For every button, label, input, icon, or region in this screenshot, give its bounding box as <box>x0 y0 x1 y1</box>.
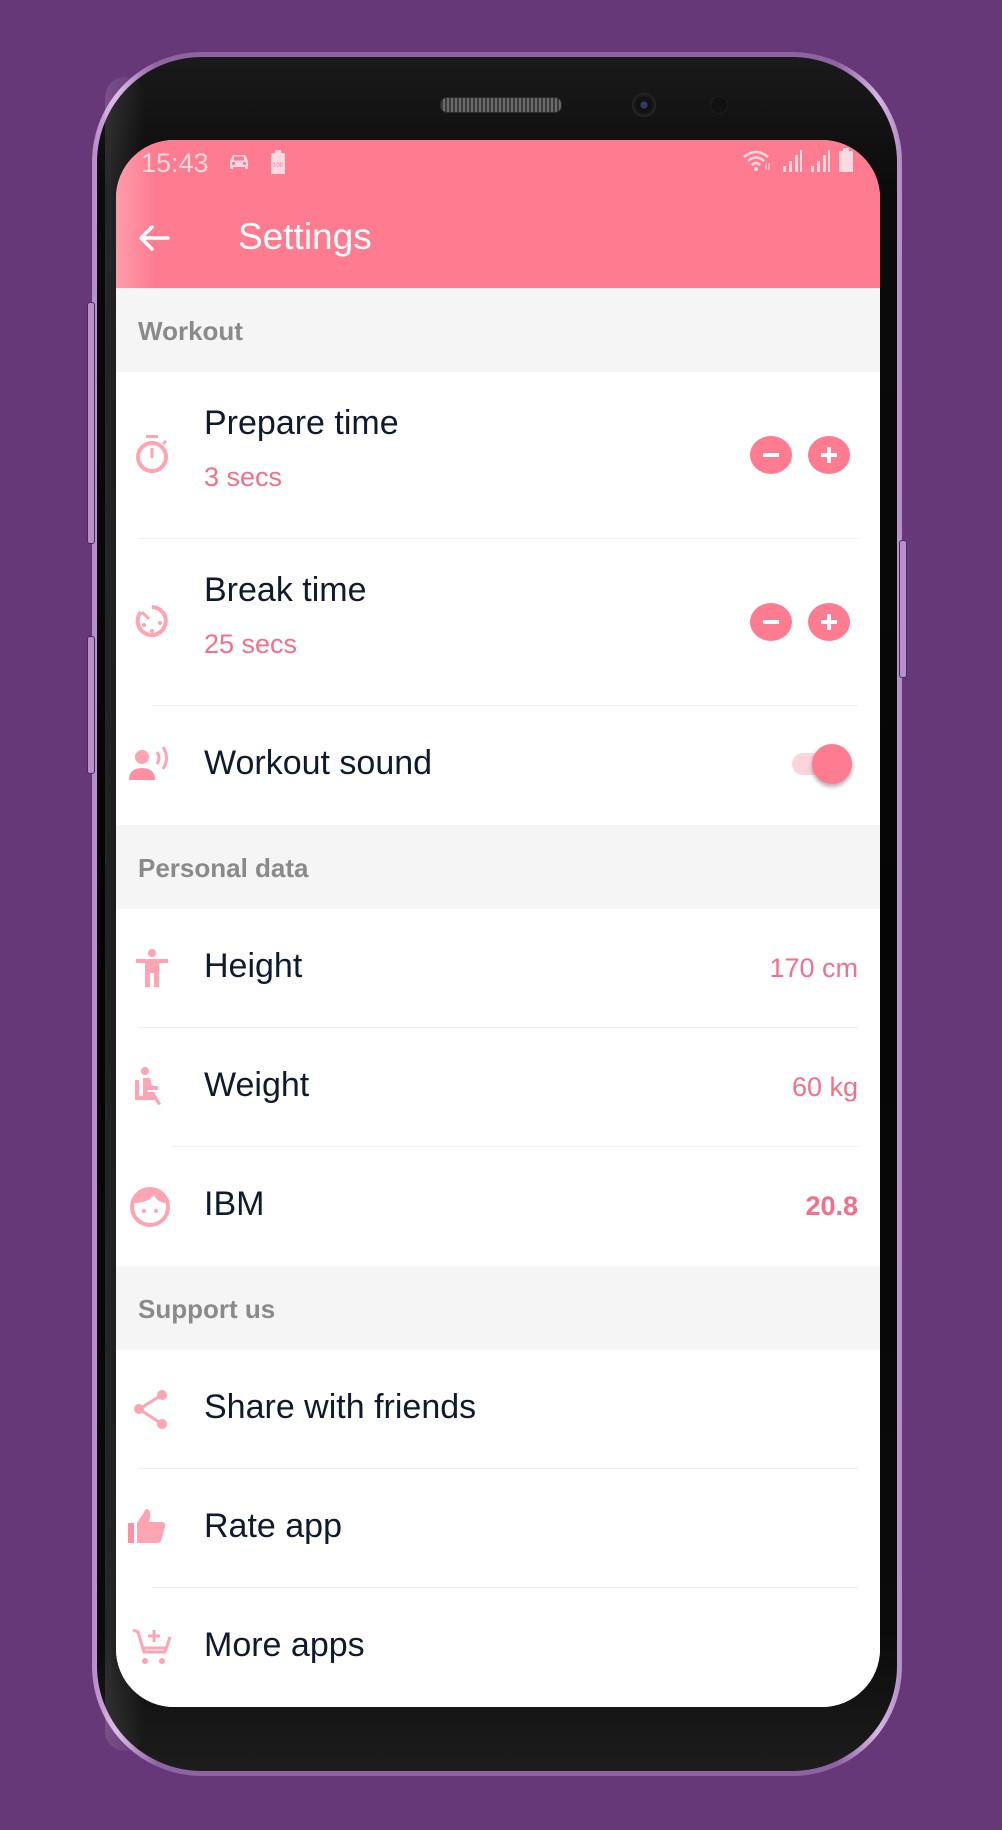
setting-label: Workout sound <box>204 744 433 782</box>
setting-label: Prepare time <box>204 404 399 442</box>
phone-volume-button <box>87 636 95 774</box>
page-title: Settings <box>238 216 372 257</box>
decrement-prepare-time-button[interactable] <box>750 436 792 474</box>
decrement-break-time-button[interactable] <box>750 603 792 641</box>
phone-power-button <box>899 540 907 678</box>
workout-sound-toggle[interactable] <box>790 744 852 784</box>
minus-icon <box>763 453 779 457</box>
section-title: Support us <box>138 1294 276 1324</box>
setting-label: Break time <box>204 571 367 609</box>
arrow-left-icon <box>139 225 170 251</box>
svg-text:100: 100 <box>273 163 284 169</box>
add-cart-icon <box>132 1628 172 1664</box>
thumbs-up-icon <box>128 1509 166 1543</box>
phone-bixby-button <box>87 302 95 544</box>
face-icon <box>130 1187 170 1227</box>
setting-value: 60 kg <box>791 1072 858 1102</box>
setting-value: 20.8 <box>805 1191 858 1221</box>
signal-icon <box>811 150 830 172</box>
car-icon <box>230 155 248 169</box>
phone-screen: 15:43 100 Settings Workout Prepare time … <box>116 140 880 1707</box>
front-camera <box>632 93 656 117</box>
section-title: Workout <box>138 316 243 346</box>
setting-label: Weight <box>204 1066 310 1104</box>
status-right-icons <box>742 148 854 172</box>
timer-icon <box>135 605 168 637</box>
setting-weight[interactable]: Weight 60 kg <box>116 1028 880 1147</box>
setting-height[interactable]: Height 170 cm <box>116 909 880 1028</box>
back-button[interactable] <box>134 218 174 258</box>
toggle-thumb <box>812 744 852 784</box>
share-with-friends-item[interactable]: Share with friends <box>116 1350 880 1469</box>
setting-value: 170 cm <box>769 953 858 983</box>
person-height-icon <box>136 949 168 987</box>
section-title: Personal data <box>138 853 309 883</box>
minus-icon <box>763 620 779 624</box>
setting-bmi[interactable]: IBM 20.8 <box>116 1147 880 1266</box>
section-header-support-us: Support us <box>116 1266 880 1350</box>
rate-app-item[interactable]: Rate app <box>116 1469 880 1588</box>
earpiece-speaker <box>440 97 562 113</box>
seated-person-icon <box>135 1067 161 1105</box>
stopwatch-icon <box>136 435 168 473</box>
setting-break-time[interactable]: Break time 25 secs <box>116 539 880 706</box>
battery-100-icon: 100 <box>271 150 285 174</box>
increment-break-time-button[interactable] <box>808 603 850 641</box>
status-left-icons: 100 <box>226 150 286 174</box>
plus-icon <box>821 447 837 463</box>
wifi-icon <box>743 150 770 171</box>
setting-label: IBM <box>204 1185 265 1223</box>
proximity-sensor <box>710 96 728 114</box>
setting-workout-sound[interactable]: Workout sound <box>116 706 880 825</box>
voice-icon <box>129 746 168 780</box>
setting-label: Height <box>204 947 303 985</box>
share-icon <box>134 1390 167 1429</box>
increment-prepare-time-button[interactable] <box>808 436 850 474</box>
app-bar: 15:43 100 Settings <box>116 140 880 288</box>
menu-label: Share with friends <box>204 1388 477 1426</box>
signal-icon <box>783 150 802 172</box>
menu-label: Rate app <box>204 1507 342 1545</box>
setting-prepare-time[interactable]: Prepare time 3 secs <box>116 372 880 539</box>
setting-value: 3 secs <box>204 462 283 492</box>
section-header-personal-data: Personal data <box>116 825 880 909</box>
section-header-workout: Workout <box>116 288 880 372</box>
plus-icon <box>821 614 837 630</box>
battery-icon <box>839 148 853 172</box>
menu-label: More apps <box>204 1626 365 1664</box>
status-time: 15:43 <box>141 148 209 178</box>
more-apps-item[interactable]: More apps <box>116 1588 880 1707</box>
setting-value: 25 secs <box>204 629 298 659</box>
